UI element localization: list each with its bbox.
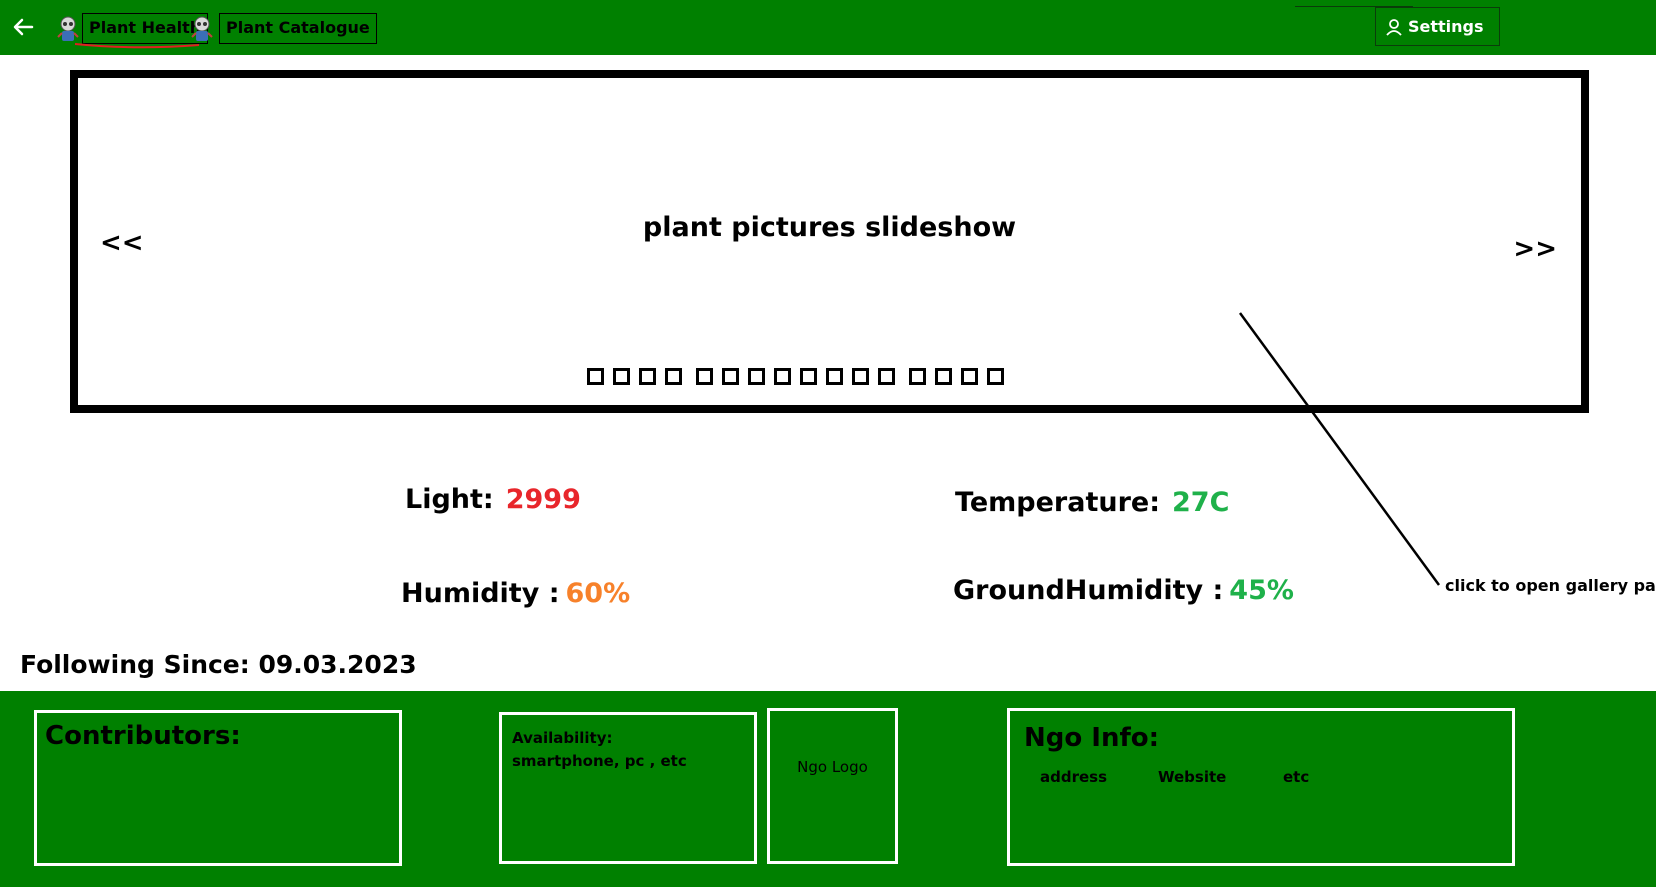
availability-text: smartphone, pc , etc	[512, 752, 687, 770]
slideshow-thumbnail[interactable]	[800, 368, 817, 385]
settings-button[interactable]: Settings	[1375, 7, 1500, 46]
ngo-info-title: Ngo Info:	[1024, 723, 1160, 753]
tab-plant-catalogue[interactable]: Plant Catalogue	[219, 13, 377, 44]
slideshow-thumbnail[interactable]	[909, 368, 926, 385]
temperature-value: 27C	[1172, 487, 1230, 518]
humidity-label: Humidity :	[401, 578, 560, 609]
slideshow-thumbnail[interactable]	[639, 368, 656, 385]
following-since: Following Since: 09.03.2023	[20, 650, 417, 679]
slideshow-thumbnail[interactable]	[722, 368, 739, 385]
slideshow-thumbnail[interactable]	[987, 368, 1004, 385]
ngo-logo-box: Ngo Logo	[767, 708, 898, 864]
light-metric: Light: 2999	[405, 484, 581, 515]
slideshow-thumbnail[interactable]	[665, 368, 682, 385]
settings-label: Settings	[1408, 17, 1484, 36]
ground-humidity-label: GroundHumidity :	[953, 575, 1224, 606]
top-navbar: Plant Health Plant Catalogue Settings	[0, 0, 1656, 55]
slideshow-thumbnail[interactable]	[587, 368, 604, 385]
slideshow-thumbnail[interactable]	[826, 368, 843, 385]
page: Plant Health Plant Catalogue Settings <<…	[0, 0, 1656, 887]
slideshow-thumbnail[interactable]	[935, 368, 952, 385]
ngo-logo-label: Ngo Logo	[797, 758, 868, 776]
availability-box: Availability: smartphone, pc , etc	[499, 712, 757, 864]
ngo-info-website[interactable]: Website	[1158, 766, 1226, 789]
gallery-page-link[interactable]: click to open gallery page	[1445, 576, 1656, 595]
slideshow-next-button[interactable]: >>	[1513, 234, 1557, 264]
ground-humidity-metric: GroundHumidity :45%	[953, 575, 1294, 606]
user-icon	[1386, 19, 1402, 36]
slideshow-thumbnail-strip	[587, 368, 1013, 385]
slideshow-thumbnail[interactable]	[696, 368, 713, 385]
slideshow-thumbnail[interactable]	[961, 368, 978, 385]
contributors-box: Contributors:	[34, 710, 402, 866]
plant-robot-icon	[191, 16, 213, 41]
left-arrow-icon[interactable]	[10, 14, 36, 40]
plant-robot-icon	[57, 16, 79, 41]
ngo-info-address[interactable]: address	[1040, 766, 1107, 789]
slideshow-thumbnail[interactable]	[748, 368, 765, 385]
slideshow-thumbnail[interactable]	[852, 368, 869, 385]
slideshow-thumbnail[interactable]	[613, 368, 630, 385]
temperature-metric: Temperature: 27C	[955, 487, 1229, 518]
light-value: 2999	[505, 484, 581, 515]
ngo-info-etc: etc	[1283, 768, 1310, 786]
slideshow-thumbnail[interactable]	[774, 368, 791, 385]
humidity-value: 60%	[565, 578, 631, 609]
active-tab-underline	[75, 43, 199, 49]
contributors-title: Contributors:	[45, 721, 241, 751]
ngo-info-box: Ngo Info: address Website etc	[1007, 708, 1515, 866]
plant-slideshow[interactable]: << plant pictures slideshow >>	[70, 70, 1589, 413]
ground-humidity-value: 45%	[1229, 575, 1294, 606]
temperature-label: Temperature:	[955, 487, 1161, 518]
slideshow-title: plant pictures slideshow	[642, 212, 1017, 243]
availability-title: Availability:	[512, 729, 613, 747]
humidity-metric: Humidity :60%	[401, 578, 630, 609]
light-label: Light:	[405, 484, 494, 515]
footer: Contributors: Availability: smartphone, …	[0, 691, 1656, 887]
slideshow-thumbnail[interactable]	[878, 368, 895, 385]
